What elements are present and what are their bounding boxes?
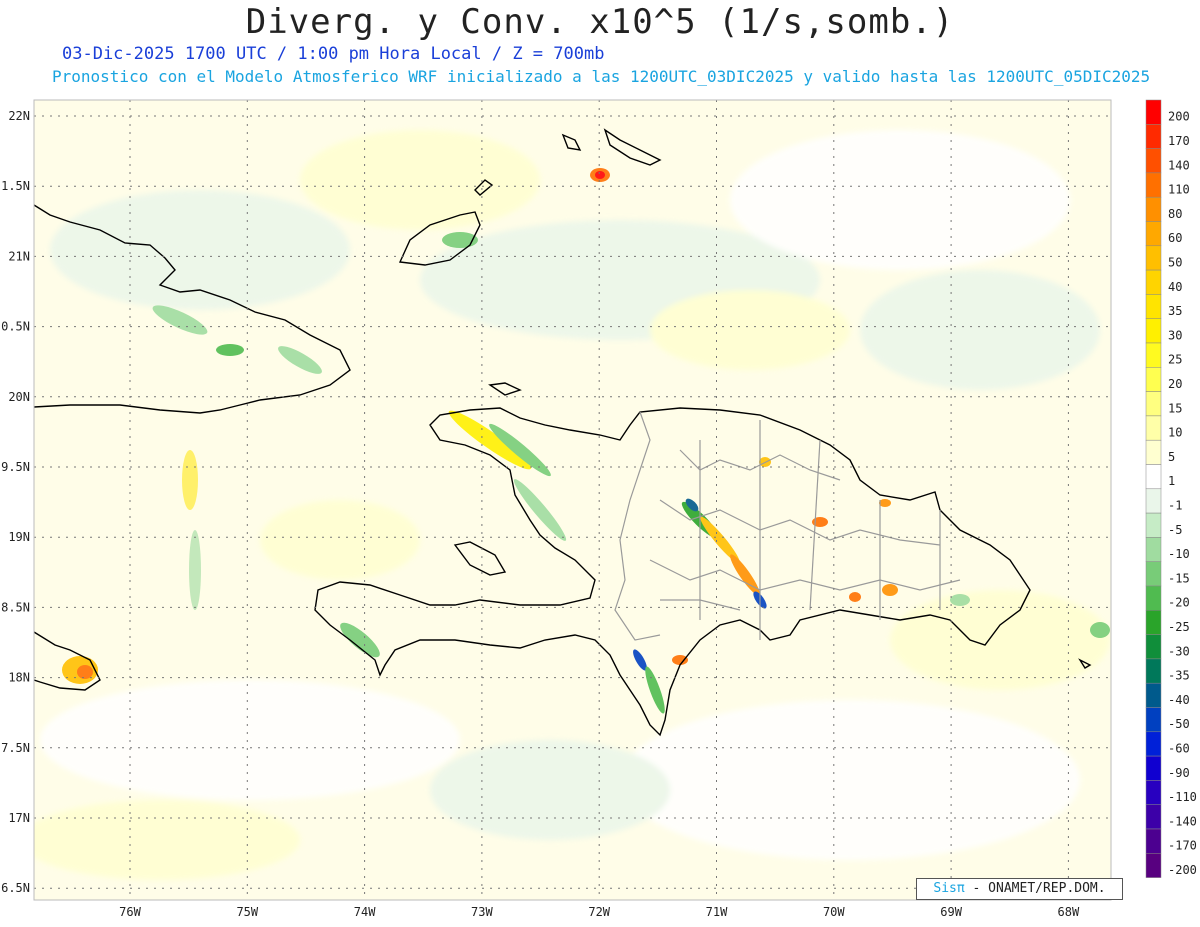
credit-sis: Sisπ [933,881,965,896]
colorbar-label: -20 [1168,596,1190,610]
lat-label: 19N [8,530,30,544]
colorbar-swatch [1145,342,1162,368]
lat-label: 18N [8,671,30,685]
colorbar-label: -40 [1168,693,1190,707]
colorbar-label: 15 [1168,401,1182,415]
colorbar-swatch [1145,221,1162,247]
colorbar-swatch [1145,391,1162,417]
colorbar-label: 140 [1168,158,1190,172]
longitude-labels: 76W 75W 74W 73W 72W 71W 70W 69W 68W [119,905,1080,919]
colorbar-swatch [1145,367,1162,392]
colorbar-swatch [1145,585,1162,611]
model-run-line: Pronostico con el Modelo Atmosferico WRF… [52,67,1151,86]
credit-box: Sisπ - ONAMET/REP.DOM. [916,878,1123,900]
lat-label: 8.5N [1,600,30,614]
colorbar-swatch [1145,124,1162,149]
colorbar-swatch [1145,148,1162,174]
colorbar-swatch [1145,537,1162,562]
colorbar-label: -110 [1168,790,1197,804]
colorbar-label: 25 [1168,353,1182,367]
colorbar-label: -90 [1168,766,1190,780]
colorbar-label: 35 [1168,304,1182,318]
lon-label: 75W [236,905,258,919]
colorbar-swatch [1145,99,1162,125]
colorbar-swatch [1145,755,1162,781]
lat-label: 6.5N [1,881,30,895]
colorbar-swatch [1145,610,1162,635]
lon-label: 73W [471,905,493,919]
lon-label: 72W [588,905,610,919]
colorbar-label: -35 [1168,669,1190,683]
colorbar-label: 50 [1168,255,1182,269]
colorbar-label: -15 [1168,571,1190,585]
map-title: Diverg. y Conv. x10^5 (1/s,somb.) [245,2,955,42]
colorbar-swatch [1145,780,1162,805]
colorbar-label: 40 [1168,280,1182,294]
colorbar-swatch [1145,464,1162,490]
lon-label: 68W [1058,905,1080,919]
forecast-map: 22N 1.5N 21N 0.5N 20N 9.5N 19N 8.5N 18N 7.5N 17N 6.… [1,99,1197,919]
lat-label: 0.5N [1,320,30,334]
latitude-labels: 22N 1.5N 21N 0.5N 20N 9.5N 19N 8.5N 18N 7.5N 17N 6.… [1,109,30,895]
lat-label: 7.5N [1,741,30,755]
colorbar-label: -170 [1168,839,1197,853]
lon-label: 70W [823,905,845,919]
lat-label: 21N [8,249,30,263]
valid-time-line: 03-Dic-2025 1700 UTC / 1:00 pm Hora Loca… [62,44,605,64]
colorbar-label: 80 [1168,207,1182,221]
colorbar-label: 1 [1168,474,1175,488]
colorbar-swatch [1145,561,1162,587]
colorbar-swatch [1145,172,1162,198]
colorbar-label: -30 [1168,644,1190,658]
colorbar-swatch [1145,439,1162,465]
colorbar-label: -60 [1168,741,1190,755]
colorbar-label: -5 [1168,523,1182,537]
colorbar-swatch [1145,488,1162,514]
colorbar-label: 60 [1168,231,1182,245]
colorbar-label: -140 [1168,814,1197,828]
colorbar-label: 170 [1168,134,1190,148]
lat-label: 17N [8,811,30,825]
colorbar-label: 10 [1168,426,1182,440]
colorbar-swatch [1145,853,1162,878]
lon-label: 69W [940,905,962,919]
colorbar-label: 30 [1168,328,1182,342]
colorbar-swatch [1145,634,1162,660]
colorbar-swatch [1145,804,1162,830]
colorbar-label: 110 [1168,183,1190,197]
colorbar-label: -1 [1168,498,1182,512]
lat-label: 9.5N [1,460,30,474]
lat-label: 20N [8,390,30,404]
lat-label: 1.5N [1,179,30,193]
colorbar-swatch [1145,269,1162,295]
colorbar-label: -200 [1168,863,1197,877]
colorbar-swatch [1145,245,1162,271]
colorbar-swatch [1145,828,1162,854]
colorbar-label: -10 [1168,547,1190,561]
colorbar-label: -25 [1168,620,1190,634]
colorbar: 200 170 140 110 80 60 50 40 35 30 25 20 15 10 5 1 -1 -5 -1… [1145,99,1197,878]
lat-label: 22N [8,109,30,123]
colorbar-swatch [1145,731,1162,757]
colorbar-label: 20 [1168,377,1182,391]
colorbar-swatch [1145,196,1162,222]
colorbar-swatch [1145,415,1162,441]
colorbar-label: -50 [1168,717,1190,731]
colorbar-swatch [1145,318,1162,344]
colorbar-swatch [1145,682,1162,708]
colorbar-swatch [1145,658,1162,684]
colorbar-swatch [1145,294,1162,319]
colorbar-label: 5 [1168,450,1175,464]
colorbar-swatch [1145,512,1162,538]
lon-label: 71W [706,905,728,919]
colorbar-label: 200 [1168,110,1190,124]
colorbar-swatch [1145,707,1162,733]
credit-org: - ONAMET/REP.DOM. [964,881,1106,896]
lon-label: 74W [354,905,376,919]
lon-label: 76W [119,905,141,919]
